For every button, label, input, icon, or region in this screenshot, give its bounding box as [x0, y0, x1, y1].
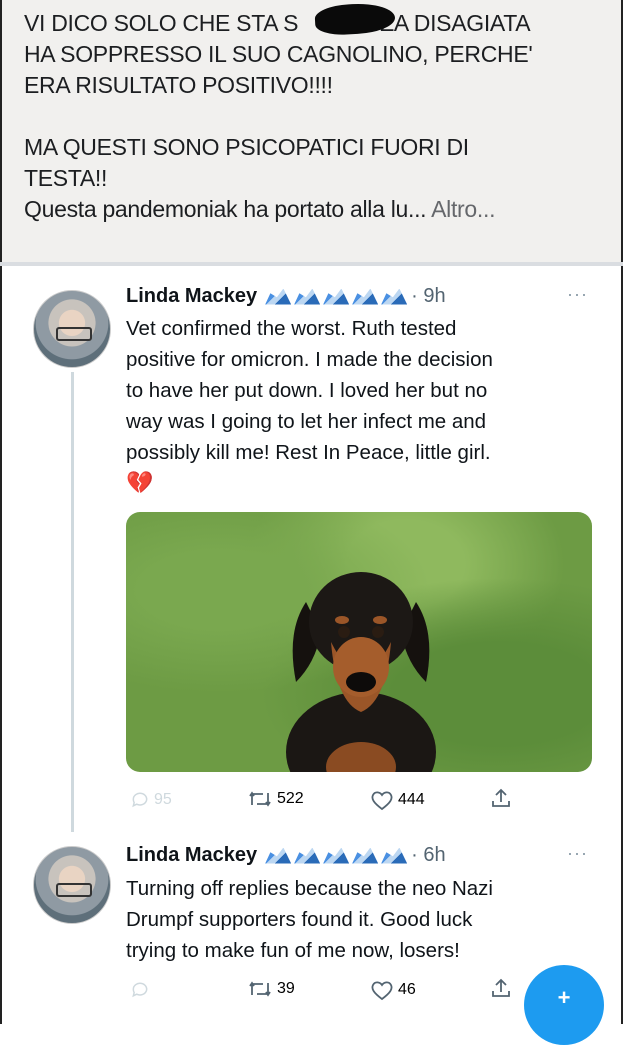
tweet-text-line: possibly kill me! Rest In Peace, little … [126, 441, 491, 464]
compose-icon: + [557, 985, 571, 1010]
tweet-text: Vet confirmed the worst. Ruth tested pos… [126, 313, 576, 468]
dog-illustration [286, 572, 436, 772]
like-button[interactable]: 444 [370, 789, 425, 811]
broken-heart-icon: 💔 [126, 470, 154, 495]
caption-line-3: ERA RISULTATO POSITIVO!!!! [24, 72, 333, 98]
tweet-text-line: to have her put down. I loved her but no [126, 379, 488, 402]
tweet-photo-dog[interactable] [126, 512, 592, 772]
tweet-text-line: positive for omicron. I made the decisio… [126, 348, 493, 371]
like-count: 46 [398, 981, 416, 998]
tweet-text-line: Drumpf supporters found it. Good luck [126, 908, 473, 931]
tweet-text-line: trying to make fun of me now, losers! [126, 939, 460, 962]
tweet-header: Linda Mackey · 6h [126, 844, 446, 867]
more-options-icon[interactable]: ··· [567, 843, 588, 864]
retweet-icon [249, 981, 271, 997]
reply-icon [132, 792, 148, 808]
more-options-icon[interactable]: ··· [567, 284, 588, 305]
like-icon [371, 981, 393, 1001]
retweet-icon [249, 791, 271, 807]
reply-icon [132, 982, 148, 998]
compose-button[interactable]: + [524, 965, 604, 1045]
caption-line-6: Questa pandemoniak ha portato alla lu...… [24, 196, 496, 222]
retweet-count: 39 [277, 980, 295, 997]
tweet-text: Turning off replies because the neo Nazi… [126, 873, 576, 966]
tweet-text-line: Turning off replies because the neo Nazi [126, 877, 493, 900]
retweet-count: 522 [277, 790, 304, 807]
verified-badge-icon [265, 847, 408, 864]
retweet-button[interactable]: 39 [247, 979, 295, 999]
avatar[interactable] [33, 846, 111, 924]
like-button[interactable]: 46 [370, 979, 416, 1001]
facebook-post-caption: VI DICO SOLO CHE STA S ZA DISAGIATA HA SO… [0, 0, 623, 262]
tweet-time: · 9h [411, 285, 446, 307]
reply-button[interactable] [130, 980, 150, 1000]
avatar[interactable] [33, 290, 111, 368]
author-name[interactable]: Linda Mackey [126, 285, 257, 308]
reply-count: 95 [154, 791, 172, 808]
caption-line-2: HA SOPPRESSO IL SUO CAGNOLINO, PERCHE' [24, 41, 533, 67]
author-name[interactable]: Linda Mackey [126, 844, 257, 867]
share-icon [492, 788, 510, 807]
caption-line-5: TESTA!! [24, 165, 108, 191]
reply-button[interactable]: 95 [130, 790, 172, 810]
tweet-text-line: Vet confirmed the worst. Ruth tested [126, 317, 457, 340]
see-more-link[interactable]: Altro... [431, 196, 495, 222]
caption-text: VI DICO SOLO CHE STA S ZA DISAGIATA HA SO… [24, 8, 609, 225]
caption-line-4: MA QUESTI SONO PSICOPATICI FUORI DI [24, 134, 469, 160]
retweet-button[interactable]: 522 [247, 789, 304, 809]
share-button[interactable] [490, 787, 512, 809]
verified-badge-icon [265, 288, 408, 305]
tweet-text-line: way was I going to let her infect me and [126, 410, 487, 433]
like-count: 444 [398, 791, 425, 808]
tweet-time: · 6h [411, 844, 446, 866]
share-button[interactable] [490, 977, 512, 999]
thread-connector [71, 372, 74, 832]
tweet-header: Linda Mackey · 9h [126, 285, 446, 308]
like-icon [371, 791, 393, 811]
share-icon [492, 978, 510, 997]
